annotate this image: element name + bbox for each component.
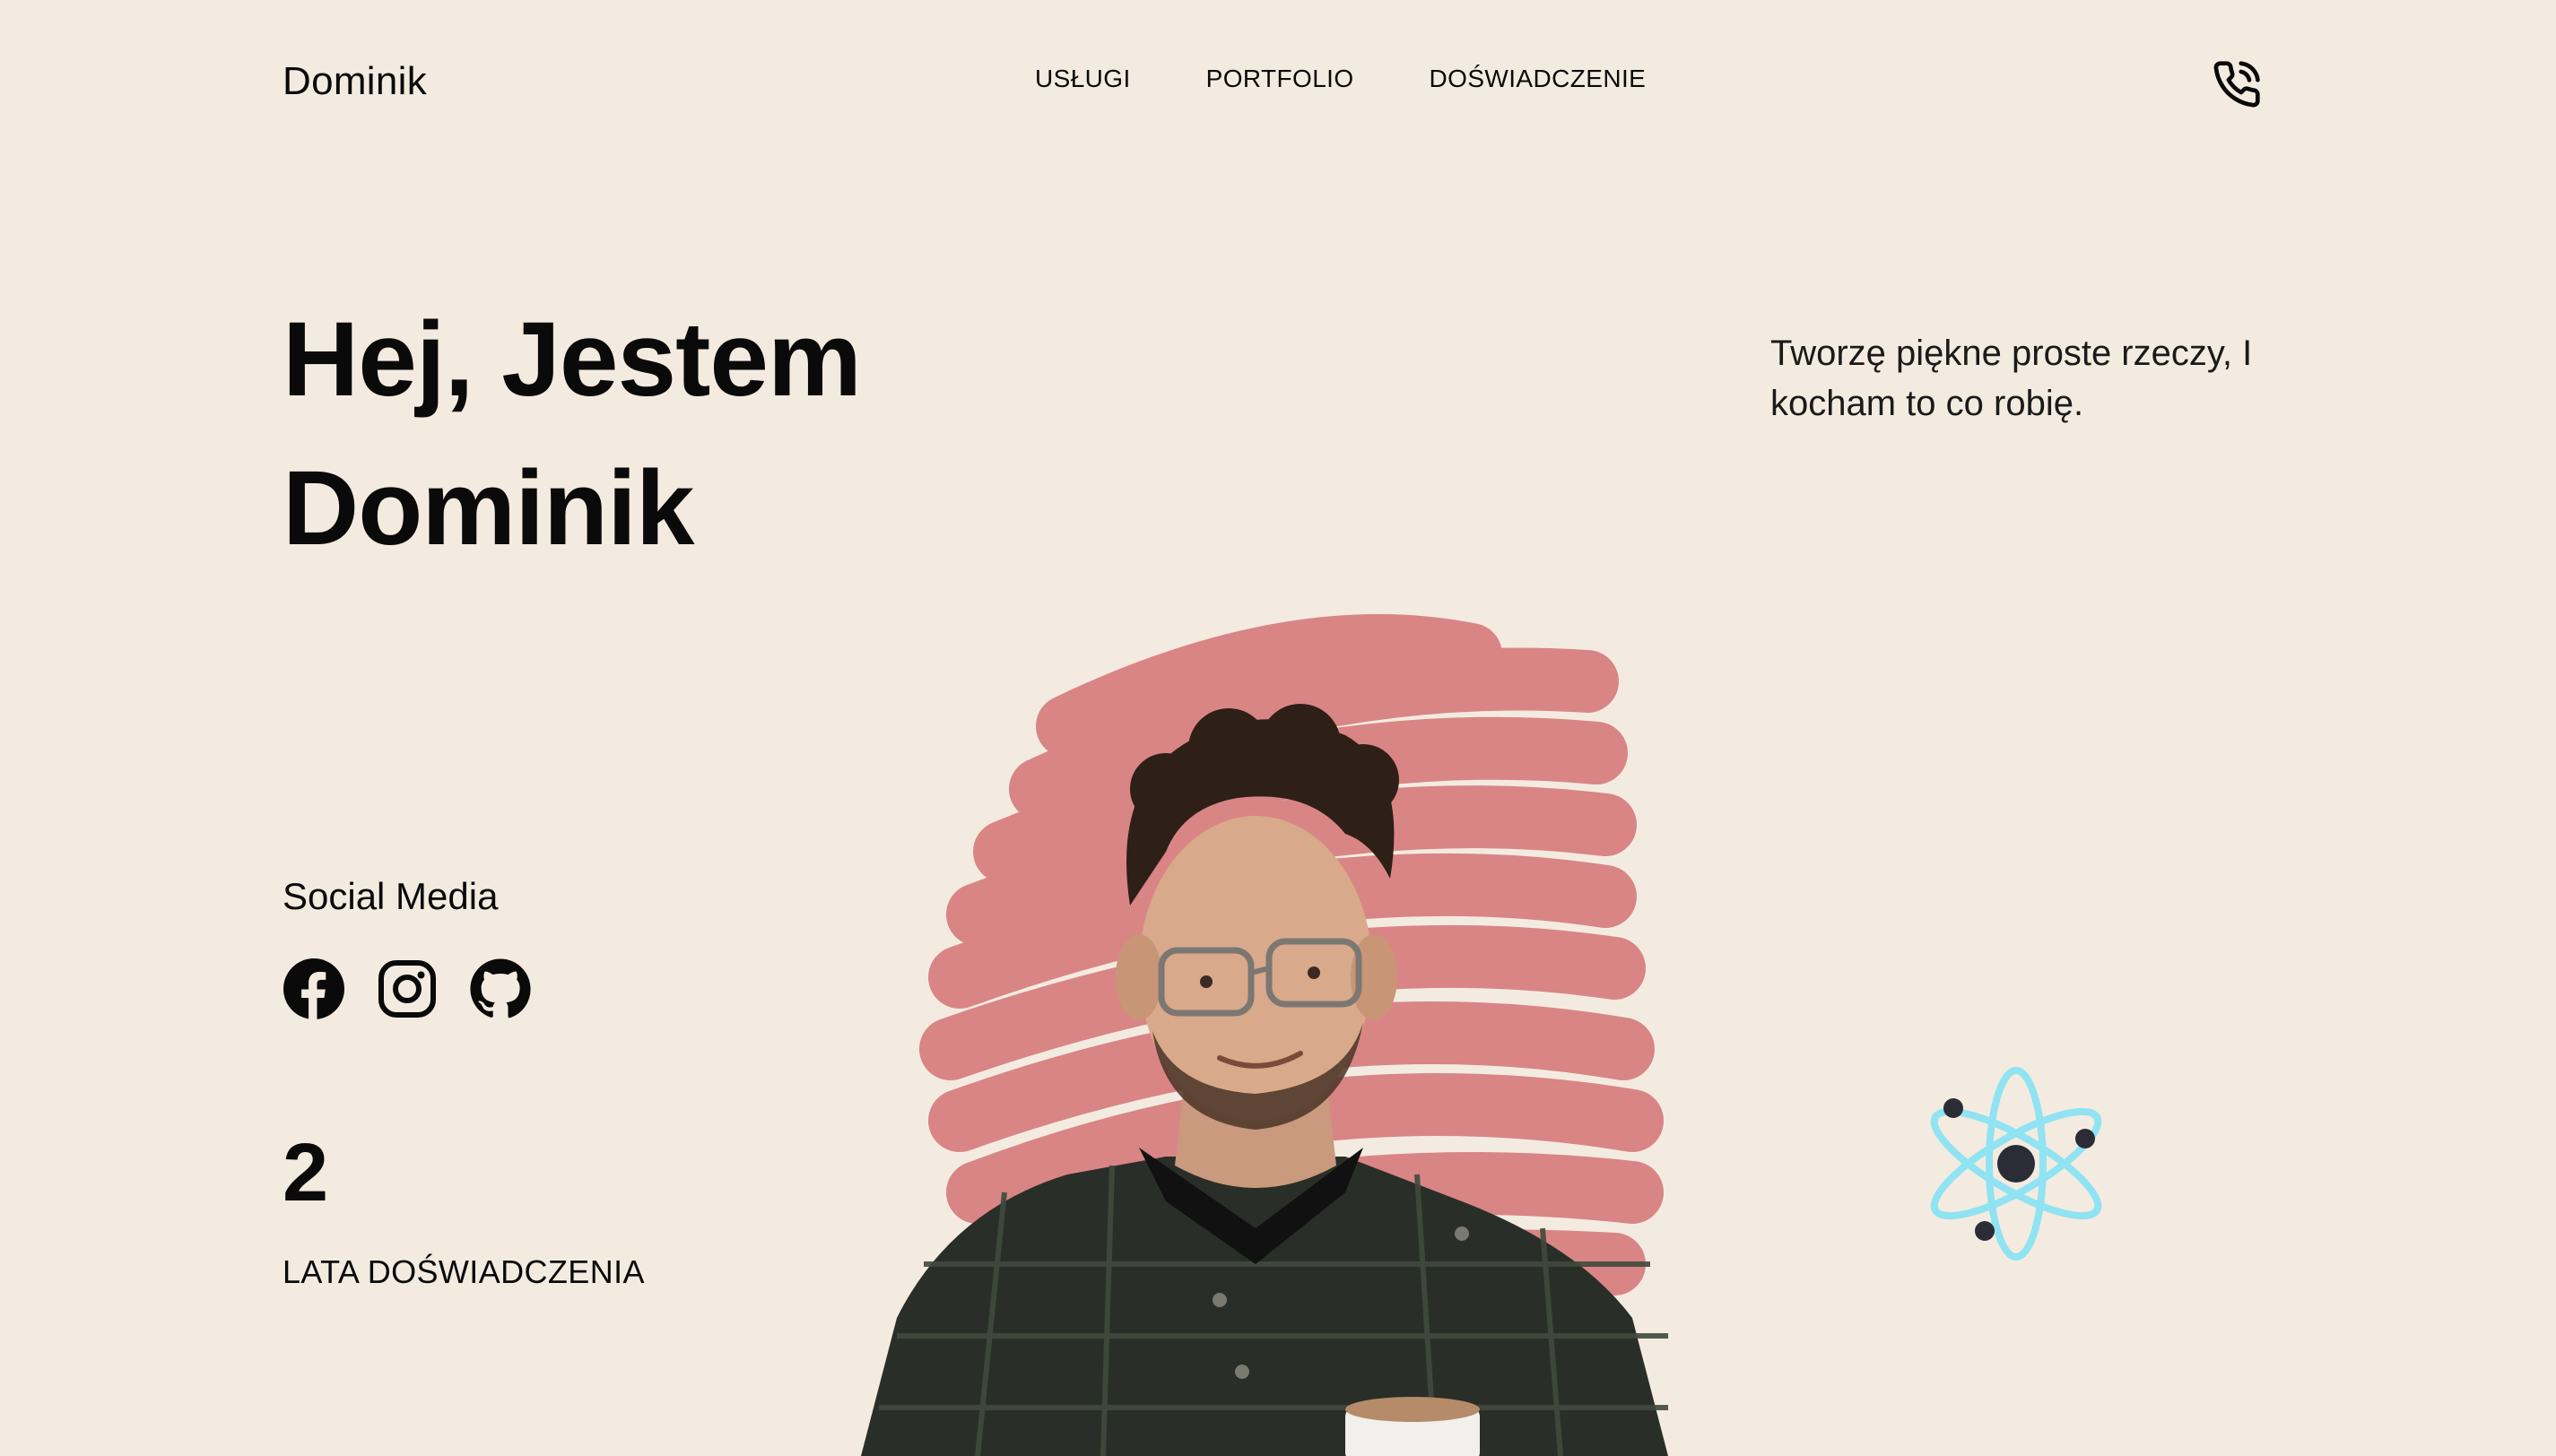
social-icons	[283, 958, 532, 1020]
hero-tagline: Tworzę piękne proste rzeczy, I kocham to…	[1770, 334, 2253, 423]
hero-title: Hej, Jestem Dominik	[283, 285, 862, 583]
main-nav: USŁUGI PORTFOLIO DOŚWIADCZENIE	[1035, 65, 1646, 93]
hero-title-line1: Hej, Jestem	[283, 300, 862, 419]
experience-label: LATA DOŚWIADCZENIA	[283, 1253, 645, 1290]
facebook-icon	[283, 958, 344, 1020]
nav-item-portfolio[interactable]: PORTFOLIO	[1206, 65, 1354, 93]
instagram-link[interactable]	[376, 958, 439, 1020]
github-link[interactable]	[469, 958, 532, 1020]
experience-years: 2	[283, 1127, 329, 1218]
react-atom-icon	[1930, 1067, 2102, 1261]
phone-call-icon	[2213, 61, 2260, 108]
nav-item-uslugi[interactable]: USŁUGI	[1035, 65, 1131, 93]
nav-item-doswiadczenie[interactable]: DOŚWIADCZENIE	[1430, 65, 1647, 93]
logo[interactable]: Dominik	[283, 59, 427, 104]
facebook-link[interactable]	[283, 958, 345, 1020]
hero-photo	[861, 614, 1668, 1456]
social-media-title: Social Media	[283, 875, 499, 917]
phone-button[interactable]	[2210, 57, 2264, 111]
instagram-icon	[378, 960, 436, 1018]
page: Dominik USŁUGI PORTFOLIO DOŚWIADCZENIE H…	[0, 0, 2556, 1456]
github-icon	[470, 958, 531, 1018]
hero-title-line2: Dominik	[283, 449, 694, 568]
